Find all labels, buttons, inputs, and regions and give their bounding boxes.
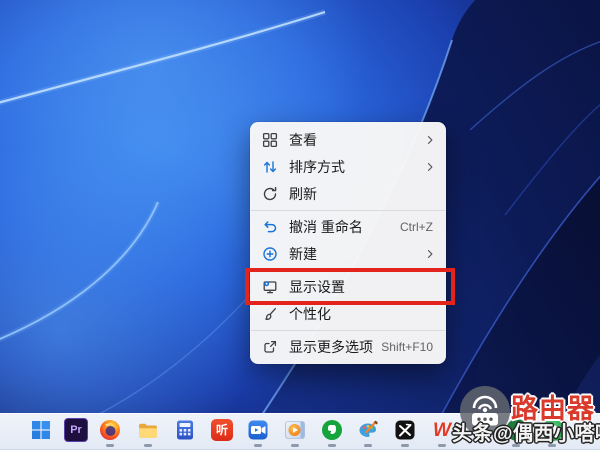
menu-item-label: 刷新 xyxy=(289,184,436,204)
taskbar-app-premiere[interactable]: Pr xyxy=(64,418,88,442)
windows-logo-icon xyxy=(30,419,52,441)
menu-separator xyxy=(250,327,446,333)
menu-item-display-settings[interactable]: 显示设置 xyxy=(250,273,446,300)
menu-separator xyxy=(250,267,446,273)
taskbar-app-file-explorer[interactable] xyxy=(136,418,160,442)
personalize-brush-icon xyxy=(262,306,278,322)
paint-palette-icon xyxy=(357,419,379,441)
menu-item-sort-by[interactable]: 排序方式 xyxy=(250,153,446,180)
running-indicator xyxy=(364,444,372,447)
premiere-icon: Pr xyxy=(64,418,88,442)
media-player-icon xyxy=(284,419,306,441)
running-indicator xyxy=(144,444,152,447)
display-settings-icon xyxy=(262,279,278,295)
toutiao-watermark-text: 头条@偶西小嗒嗒 xyxy=(452,417,600,446)
taskbar-app-screen-recorder[interactable] xyxy=(246,418,270,442)
menu-item-label: 排序方式 xyxy=(289,157,418,177)
desktop: 查看 排序方式 刷新 xyxy=(0,0,600,450)
menu-item-label: 显示更多选项 xyxy=(289,337,381,357)
taskbar-app-wps[interactable]: W xyxy=(430,418,454,442)
running-indicator xyxy=(438,444,446,447)
menu-item-label: 显示设置 xyxy=(289,277,436,297)
capcut-icon xyxy=(394,419,416,441)
start-button[interactable] xyxy=(29,418,53,442)
running-indicator xyxy=(291,444,299,447)
menu-item-undo-rename[interactable]: 撤消 重命名 Ctrl+Z xyxy=(250,213,446,240)
menu-item-show-more-options[interactable]: 显示更多选项 Shift+F10 xyxy=(250,333,446,360)
screen-recorder-icon xyxy=(247,419,269,441)
taskbar-app-calculator[interactable] xyxy=(173,418,197,442)
folder-icon xyxy=(137,419,159,441)
taskbar-app-evernote[interactable] xyxy=(320,418,344,442)
sort-arrows-icon xyxy=(262,159,278,175)
menu-item-shortcut: Shift+F10 xyxy=(381,340,433,354)
taskbar-app-paint[interactable] xyxy=(356,418,380,442)
submenu-chevron-icon xyxy=(424,248,436,260)
menu-item-label: 撤消 重命名 xyxy=(289,217,400,237)
taskbar-app-firefox[interactable] xyxy=(98,418,122,442)
running-indicator xyxy=(254,444,262,447)
menu-item-personalize[interactable]: 个性化 xyxy=(250,300,446,327)
menu-item-view[interactable]: 查看 xyxy=(250,126,446,153)
submenu-chevron-icon xyxy=(424,134,436,146)
calculator-icon xyxy=(174,419,196,441)
new-plus-circle-icon xyxy=(262,246,278,262)
taskbar-app-listen[interactable]: 听 xyxy=(210,418,234,442)
menu-item-label: 新建 xyxy=(289,244,418,264)
listen-glyph: 听 xyxy=(216,424,228,436)
running-indicator xyxy=(106,444,114,447)
evernote-icon xyxy=(321,419,343,441)
menu-item-new[interactable]: 新建 xyxy=(250,240,446,267)
premiere-glyph: Pr xyxy=(70,425,82,436)
menu-item-label: 个性化 xyxy=(289,304,436,324)
menu-item-refresh[interactable]: 刷新 xyxy=(250,180,446,207)
submenu-chevron-icon xyxy=(424,161,436,173)
menu-item-label: 查看 xyxy=(289,130,418,150)
running-indicator xyxy=(401,444,409,447)
running-indicator xyxy=(328,444,336,447)
menu-item-shortcut: Ctrl+Z xyxy=(400,220,433,234)
more-options-icon xyxy=(262,339,278,355)
context-menu: 查看 排序方式 刷新 xyxy=(250,122,446,364)
firefox-icon xyxy=(99,419,121,441)
wps-icon: W xyxy=(431,419,453,441)
listen-app-icon: 听 xyxy=(211,419,233,441)
undo-icon xyxy=(262,219,278,235)
taskbar-app-media-player[interactable] xyxy=(283,418,307,442)
refresh-icon xyxy=(262,186,278,202)
wps-glyph: W xyxy=(433,421,451,440)
taskbar-app-capcut[interactable] xyxy=(393,418,417,442)
menu-separator xyxy=(250,207,446,213)
grid-view-icon xyxy=(262,132,278,148)
